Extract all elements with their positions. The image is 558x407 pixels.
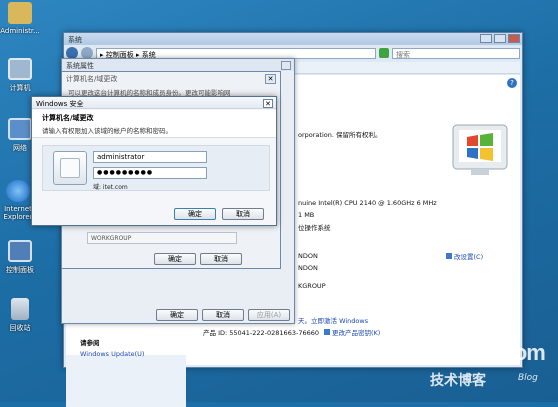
- ie-icon: [6, 180, 30, 202]
- full-name-value: NDON: [298, 264, 318, 272]
- minimize-button[interactable]: [480, 34, 492, 43]
- security-heading: 计算机名/域更改: [42, 114, 94, 122]
- system-type-value: 位操作系统: [298, 224, 331, 232]
- see-also-panel: [66, 355, 186, 407]
- product-id-value: 产品 ID: 55041-222-0281663-76660: [203, 329, 319, 337]
- copyright-text: orporation. 保留所有权利。: [298, 131, 382, 139]
- recycle-bin-icon: [11, 298, 29, 320]
- desktop-icon-computer[interactable]: 计算机: [0, 58, 42, 93]
- close-button[interactable]: ✕: [263, 99, 273, 108]
- apply-button[interactable]: 应用(A): [248, 309, 290, 321]
- windows-security-dialog: Windows 安全 ✕ 计算机名/域更改 请输入有权限加入该域的帐户的名称和密…: [31, 96, 277, 226]
- search-input[interactable]: 搜索: [392, 47, 520, 59]
- watermark-brand: 51CTO.com: [432, 340, 546, 365]
- refresh-icon[interactable]: [379, 48, 389, 58]
- folder-user-icon: [8, 2, 32, 24]
- windows-logo-icon: [449, 121, 511, 179]
- watermark-blog: Blog: [518, 373, 538, 383]
- workgroup-field[interactable]: WORKGROUP: [87, 232, 237, 244]
- watermark-subtitle: 技术博客: [430, 373, 486, 389]
- maximize-button[interactable]: [494, 34, 506, 43]
- desktop-icon-recycle-bin[interactable]: 回收站: [0, 298, 42, 333]
- desktop-icon-control-panel[interactable]: 控制面板: [0, 240, 42, 275]
- credential-tile: administrator ●●●●●●●●● 域: itet.com: [42, 145, 270, 191]
- close-button[interactable]: ✕: [265, 74, 276, 84]
- windows-update-link[interactable]: Windows Update(U): [80, 350, 144, 358]
- see-also-heading: 请参阅: [80, 339, 100, 347]
- workgroup-value: KGROUP: [298, 282, 326, 290]
- network-icon: [8, 118, 32, 140]
- processor-value: nuine Intel(R) CPU 2140 @ 1.60GHz 6 MHz: [298, 199, 437, 207]
- username-input[interactable]: administrator: [93, 151, 207, 163]
- help-icon[interactable]: ?: [507, 78, 517, 88]
- change-product-key-link[interactable]: 更改产品密钥(K): [324, 327, 380, 337]
- activate-windows-link[interactable]: 天。立即激活 Windows: [298, 315, 368, 325]
- shield-icon: [446, 253, 452, 259]
- computer-icon: [8, 58, 32, 80]
- ok-button[interactable]: 确定: [156, 309, 198, 321]
- user-avatar-icon: [53, 151, 87, 185]
- domain-label: 域: itet.com: [93, 184, 128, 191]
- security-header: 计算机名/域更改 请输入有权限加入该域的帐户的名称和密码。: [32, 110, 276, 138]
- change-settings-link[interactable]: 改设置(C): [446, 251, 483, 261]
- shield-icon: [324, 329, 330, 335]
- close-button[interactable]: [281, 61, 291, 70]
- password-input[interactable]: ●●●●●●●●●: [93, 167, 207, 179]
- system-window-title: 系统: [68, 36, 82, 44]
- system-window-titlebar[interactable]: 系统: [64, 33, 522, 45]
- desktop-icon-administrator[interactable]: Administr...: [0, 2, 42, 35]
- cancel-button[interactable]: 取消: [202, 309, 244, 321]
- address-bar[interactable]: ▸ 控制面板 ▸ 系统: [96, 47, 376, 59]
- cancel-button[interactable]: 取消: [222, 208, 264, 220]
- computer-name-titlebar[interactable]: 计算机名/域更改: [62, 72, 280, 84]
- cancel-button[interactable]: 取消: [200, 253, 242, 265]
- system-properties-titlebar[interactable]: 系统属性: [62, 59, 294, 71]
- ok-button[interactable]: 确定: [154, 253, 196, 265]
- windows-security-titlebar[interactable]: Windows 安全: [32, 97, 276, 109]
- security-subheading: 请输入有权限加入该域的帐户的名称和密码。: [42, 127, 172, 135]
- ok-button[interactable]: 确定: [174, 208, 216, 220]
- memory-value: 1 MB: [298, 211, 315, 219]
- computer-name-value: NDON: [298, 252, 318, 260]
- close-button[interactable]: [508, 34, 520, 43]
- control-panel-icon: [8, 240, 32, 262]
